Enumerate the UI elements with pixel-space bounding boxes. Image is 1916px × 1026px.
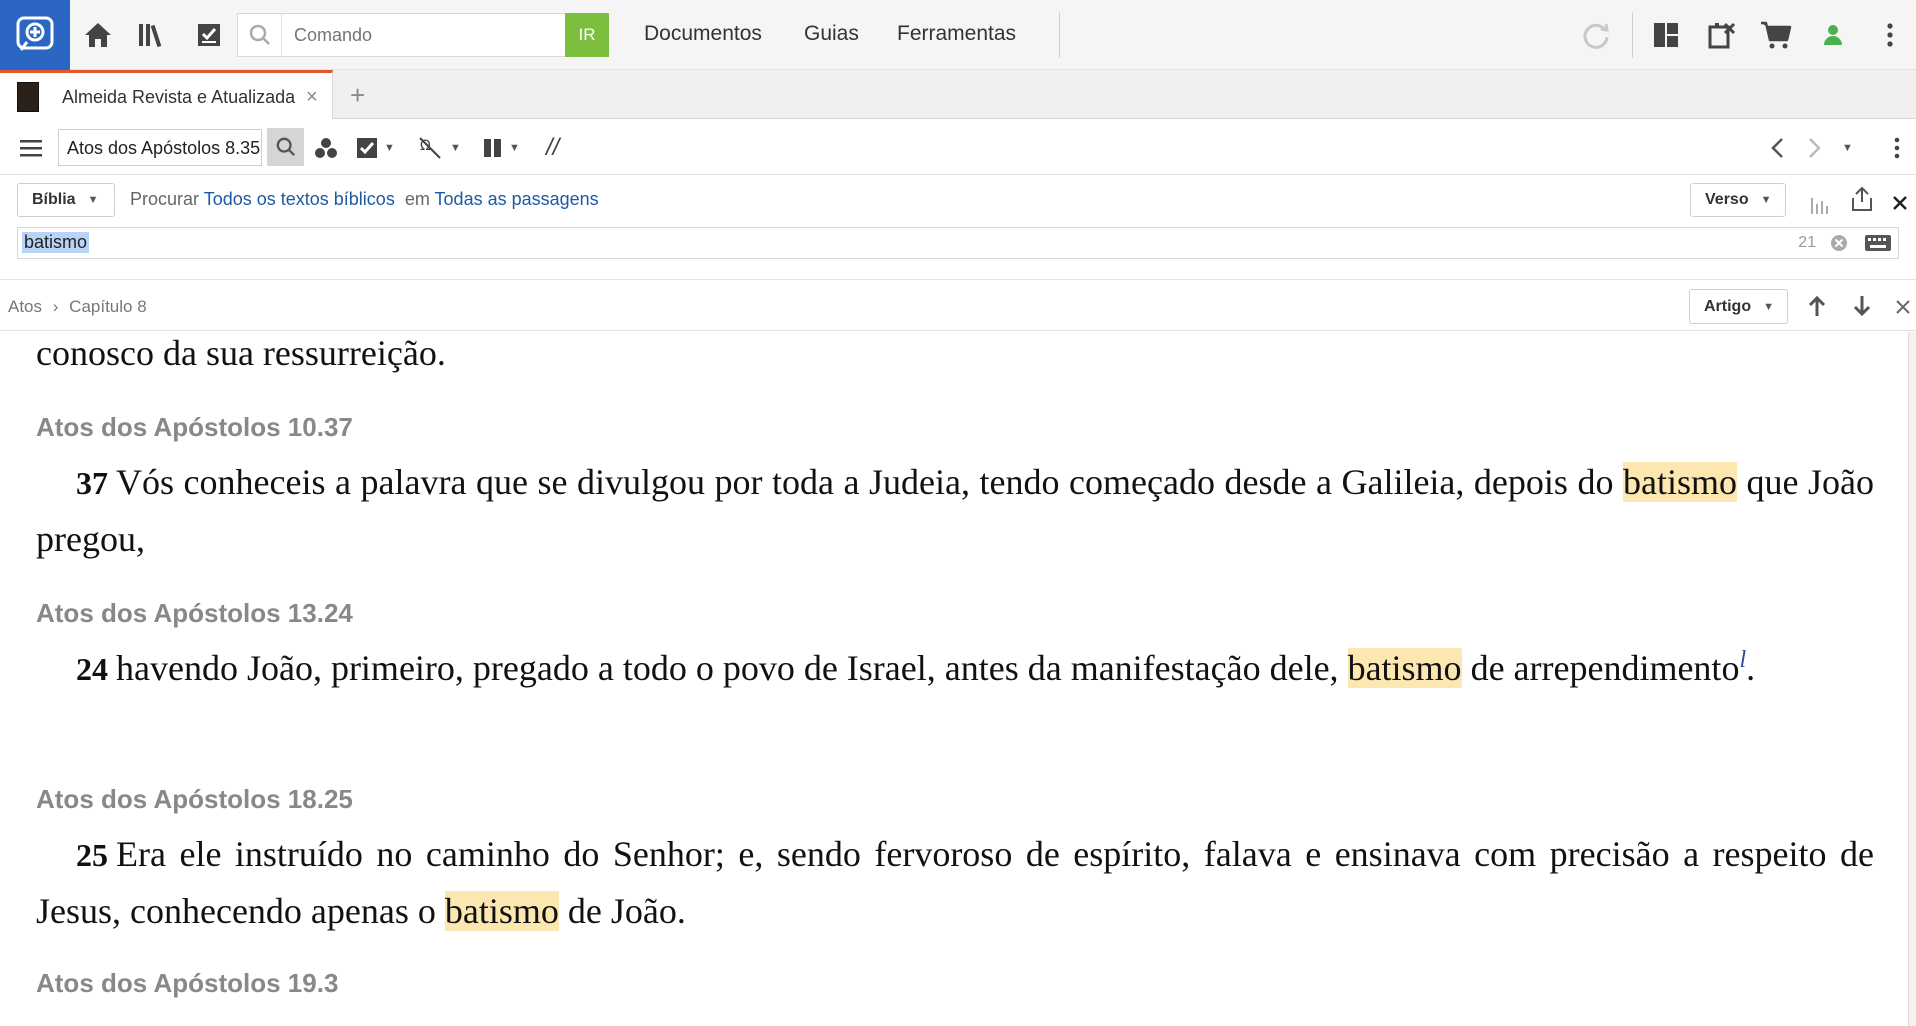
- columns-dropdown[interactable]: ▼: [483, 134, 520, 162]
- verse-text: 25 Era ele instruído no caminho do Senhor…: [36, 826, 1874, 939]
- panel-toolbar: Atos dos Apóstolos 8.35 ▼ Ω ▼ ▼ // ▼: [0, 120, 1916, 175]
- visual-filters-icon[interactable]: [314, 134, 338, 162]
- article-view-dropdown[interactable]: Artigo ▼: [1689, 289, 1788, 324]
- forward-icon[interactable]: [1808, 134, 1822, 162]
- command-box[interactable]: IR: [237, 13, 609, 57]
- verse-fragment: de arrependimento: [1461, 648, 1740, 688]
- result-reference[interactable]: Atos dos Apóstolos 19.3: [36, 968, 338, 999]
- previous-result-icon[interactable]: [1808, 292, 1826, 320]
- close-panels-icon[interactable]: [1704, 17, 1740, 53]
- search-results: conosco da sua ressurreição. Atos dos Ap…: [0, 332, 1908, 1026]
- search-panel: Bíblia ▼ Procurar Todos os textos bíblico…: [0, 175, 1916, 280]
- next-result-icon[interactable]: [1853, 292, 1871, 320]
- tab-almeida[interactable]: Almeida Revista e Atualizada ×: [0, 70, 333, 119]
- reading-plan-icon[interactable]: [191, 17, 227, 53]
- panel-more-icon[interactable]: [1894, 134, 1900, 162]
- verse-number: 37: [76, 465, 108, 501]
- result-view-label: Verso: [1705, 191, 1749, 208]
- verse-fragment: havendo João, primeiro, pregado a todo o…: [116, 648, 1348, 688]
- keyboard-icon[interactable]: [1864, 234, 1892, 257]
- verse-text: 24 havendo João, primeiro, pregado a todo…: [36, 640, 1874, 697]
- close-search-icon[interactable]: [1893, 189, 1907, 217]
- search-icon: [276, 137, 295, 156]
- library-icon[interactable]: [135, 17, 171, 53]
- app-top-bar: IR Documentos Guias Ferramentas: [0, 0, 1916, 70]
- procurar-label: Procurar: [130, 189, 200, 209]
- clear-search-icon[interactable]: [1830, 234, 1848, 257]
- verse-text: 37 Vós conheceis a palavra que se divulgo…: [36, 454, 1874, 567]
- result-reference[interactable]: Atos dos Apóstolos 18.25: [36, 784, 353, 815]
- search-scope-dropdown[interactable]: Bíblia ▼: [17, 183, 115, 217]
- export-icon[interactable]: [1850, 185, 1874, 213]
- verse-number: 25: [76, 837, 108, 873]
- search-icon: [238, 14, 282, 56]
- breadcrumb-chapter[interactable]: Capítulo 8: [69, 297, 147, 316]
- go-button[interactable]: IR: [565, 13, 609, 57]
- search-hit[interactable]: batismo: [1347, 648, 1462, 688]
- verse-number: 24: [76, 651, 108, 687]
- more-vertical-icon[interactable]: [1872, 17, 1908, 53]
- close-tab-icon[interactable]: ×: [306, 86, 318, 109]
- divider: [1632, 12, 1633, 58]
- back-icon[interactable]: [1770, 134, 1784, 162]
- layouts-icon[interactable]: [1648, 17, 1684, 53]
- breadcrumb-book[interactable]: Atos: [8, 297, 42, 316]
- search-query-text[interactable]: batismo: [22, 232, 90, 253]
- sync-icon[interactable]: [1578, 17, 1614, 53]
- result-view-dropdown[interactable]: Verso ▼: [1690, 183, 1786, 217]
- new-tab-button[interactable]: +: [350, 80, 365, 111]
- result-reference[interactable]: Atos dos Apóstolos 13.24: [36, 598, 353, 629]
- article-view-label: Artigo: [1704, 297, 1752, 315]
- search-query-input[interactable]: batismo 21: [17, 227, 1899, 259]
- interlinear-dropdown[interactable]: Ω ▼: [418, 134, 461, 162]
- columns-icon: [484, 139, 501, 157]
- search-scope-label: Bíblia: [32, 191, 76, 208]
- verse-fragment: Era ele instruído no caminho do Senhor; …: [36, 834, 1874, 931]
- checkbox-icon: [357, 138, 377, 158]
- panel-menu-icon[interactable]: [20, 134, 42, 162]
- parallel-resources-button[interactable]: //: [546, 134, 559, 162]
- tab-bar: Almeida Revista e Atualizada × +: [0, 70, 1916, 119]
- verse-fragment: de João.: [558, 891, 686, 931]
- reading-list-dropdown[interactable]: ▼: [356, 134, 395, 162]
- breadcrumb: Atos › Capítulo 8: [8, 297, 147, 317]
- book-cover-icon: [17, 82, 39, 112]
- divider: [1059, 12, 1060, 58]
- result-reference[interactable]: Atos dos Apóstolos 10.37: [36, 412, 353, 443]
- interlinear-icon: Ω: [419, 137, 441, 159]
- command-input[interactable]: [282, 23, 552, 47]
- menu-ferramentas[interactable]: Ferramentas: [897, 22, 1016, 46]
- chart-icon[interactable]: [1810, 191, 1832, 219]
- search-description: Procurar Todos os textos bíblicos em Tod…: [130, 189, 599, 210]
- passages-link[interactable]: Todas as passagens: [435, 189, 599, 209]
- search-hit[interactable]: batismo: [1622, 462, 1737, 502]
- menu-documentos[interactable]: Documentos: [644, 22, 762, 46]
- user-status-icon[interactable]: [1815, 17, 1851, 53]
- home-icon[interactable]: [80, 17, 116, 53]
- verse-fragment: .: [1746, 648, 1756, 688]
- tab-title: Almeida Revista e Atualizada: [62, 87, 296, 107]
- search-hit[interactable]: batismo: [444, 891, 559, 931]
- menu-guias[interactable]: Guias: [804, 22, 859, 46]
- em-label: em: [404, 189, 430, 209]
- reference-box[interactable]: Atos dos Apóstolos 8.35: [58, 129, 262, 166]
- cart-icon[interactable]: [1758, 17, 1794, 53]
- history-dropdown-icon[interactable]: ▼: [1836, 134, 1853, 162]
- breadcrumb-separator: ›: [52, 297, 59, 316]
- reference-search-button[interactable]: [267, 128, 304, 166]
- result-count: 21: [1798, 234, 1816, 251]
- previous-verse-text: conosco da sua ressurreição.: [36, 333, 446, 373]
- close-results-icon[interactable]: [1896, 293, 1910, 321]
- texts-link[interactable]: Todos os textos bíblicos: [204, 189, 395, 209]
- breadcrumb-bar: Atos › Capítulo 8 Artigo ▼: [0, 281, 1916, 331]
- scrollbar[interactable]: [1908, 332, 1916, 1026]
- verse-fragment: Vós conheceis a palavra que se divulgou …: [116, 462, 1623, 502]
- logos-logo-icon[interactable]: [0, 0, 70, 70]
